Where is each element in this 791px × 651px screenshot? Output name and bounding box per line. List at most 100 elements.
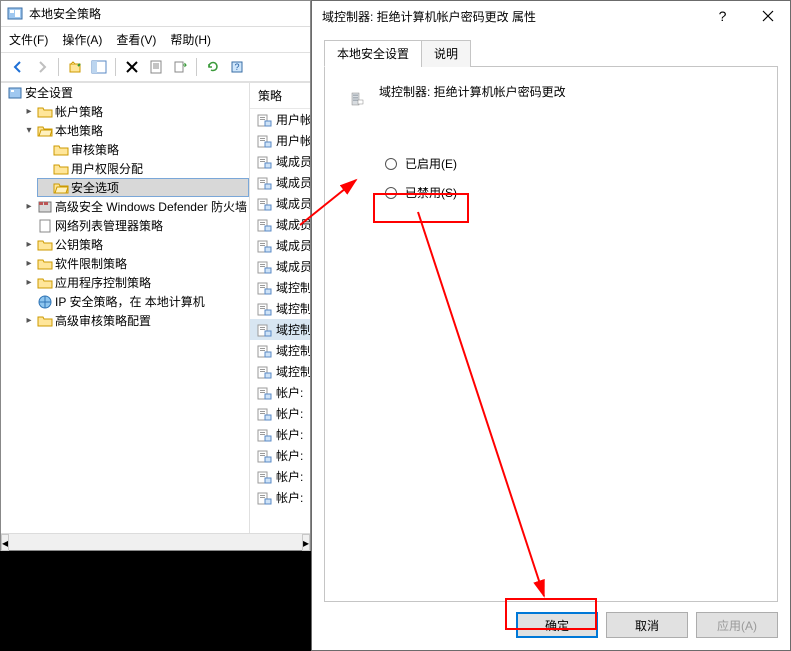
radio-disabled[interactable]: 已禁用(S) [385,184,753,201]
policy-item-label: 帐户: [276,384,303,401]
tree-audit-policy[interactable]: 审核策略 [37,140,249,159]
scroll-right-button[interactable]: ▸ [302,534,310,551]
policy-item-icon [256,490,272,506]
tree-advanced-audit[interactable]: ▸ 高级审核策略配置 [21,311,249,330]
scroll-left-button[interactable]: ◂ [1,534,9,551]
policy-list-item[interactable]: 帐户: [250,382,310,403]
tree-network-list-mgr[interactable]: 网络列表管理器策略 [21,216,249,235]
policy-list-item[interactable]: 用户帐 [250,130,310,151]
policy-item-label: 用户帐 [276,111,310,128]
radio-label: 已启用(E) [405,155,457,172]
tree-label: 公钥策略 [55,236,103,253]
policy-item-icon [256,259,272,275]
policy-list-item[interactable]: 域成员 [250,151,310,172]
menubar: 文件(F) 操作(A) 查看(V) 帮助(H) [1,27,310,53]
tree-local-policy[interactable]: ▾本地策略 [21,121,249,140]
cancel-button[interactable]: 取消 [606,612,688,638]
policy-properties-dialog: 域控制器: 拒绝计算机帐户密码更改 属性 ? 本地安全设置 说明 域控制器: 拒… [311,0,791,651]
policy-list-item[interactable]: 域控制 [250,361,310,382]
menu-help[interactable]: 帮助(H) [170,31,211,48]
tree-security-options[interactable]: 安全选项 [37,178,249,197]
show-hide-tree-button[interactable] [88,56,110,78]
tabstrip: 本地安全设置 说明 [324,39,778,67]
up-button[interactable] [64,56,86,78]
policy-item-label: 域成员 [276,153,310,170]
policy-list-item[interactable]: 域成员 [250,214,310,235]
tree-software-restrict[interactable]: ▸ 软件限制策略 [21,254,249,273]
help-button[interactable]: ? [700,1,745,31]
policy-list-item[interactable]: 域控制 [250,319,310,340]
app-icon [7,6,23,22]
policy-item-label: 域成员 [276,237,310,254]
expand-icon[interactable]: ▸ [23,201,35,212]
policy-list-item[interactable]: 帐户: [250,445,310,466]
folder-open-icon [37,123,53,139]
tree-label: 用户权限分配 [71,160,143,177]
expand-icon[interactable]: ▸ [23,277,35,288]
radio-icon [385,187,397,199]
tree-pane[interactable]: 安全设置 ▸帐户策略 ▾本地策略 审核策略 用户权限分配 安全选项 [1,83,250,533]
expand-icon[interactable]: ▸ [23,315,35,326]
tree-root-security-settings[interactable]: 安全设置 [5,83,249,102]
policy-item-icon [256,301,272,317]
tab-local-security-setting[interactable]: 本地安全设置 [324,40,422,67]
delete-button[interactable] [121,56,143,78]
tree-app-control[interactable]: ▸应用程序控制策略 [21,273,249,292]
column-header-policy[interactable]: 策略 [250,83,310,109]
policy-list-item[interactable]: 域成员 [250,235,310,256]
policy-list[interactable]: 用户帐用户帐域成员域成员域成员域成员域成员域成员域控制域控制域控制域控制域控制帐… [250,109,310,533]
tree-account-policy[interactable]: ▸帐户策略 [21,102,249,121]
policy-list-item[interactable]: 用户帐 [250,109,310,130]
server-icon [349,83,365,115]
policy-list-item[interactable]: 帐户: [250,466,310,487]
policy-list-item[interactable]: 域成员 [250,193,310,214]
folder-icon [37,237,53,253]
policy-item-icon [256,238,272,254]
menu-view[interactable]: 查看(V) [116,31,156,48]
policy-list-item[interactable]: 帐户: [250,487,310,508]
horizontal-scrollbar[interactable]: ◂ ▸ [1,533,310,550]
menu-file[interactable]: 文件(F) [9,31,48,48]
forward-button[interactable] [31,56,53,78]
policy-item-label: 域控制 [276,342,310,359]
apply-button[interactable]: 应用(A) [696,612,778,638]
radio-enabled[interactable]: 已启用(E) [385,155,753,172]
policy-list-item[interactable]: 域控制 [250,277,310,298]
menu-action[interactable]: 操作(A) [62,31,102,48]
tree-defender-firewall[interactable]: ▸高级安全 Windows Defender 防火墙 [21,197,249,216]
back-button[interactable] [7,56,29,78]
policy-list-item[interactable]: 域控制 [250,298,310,319]
close-button[interactable] [745,1,790,31]
refresh-button[interactable] [202,56,224,78]
properties-button[interactable] [145,56,167,78]
policy-list-item[interactable]: 帐户: [250,403,310,424]
policy-item-icon [256,133,272,149]
expand-icon[interactable]: ▸ [23,106,35,117]
tree-ipsec[interactable]: IP 安全策略，在 本地计算机 [21,292,249,311]
policy-item-icon [256,385,272,401]
tree-user-rights[interactable]: 用户权限分配 [37,159,249,178]
radio-icon [385,158,397,170]
tree-public-key[interactable]: ▸ 公钥策略 [21,235,249,254]
tree-label: 软件限制策略 [55,255,127,272]
export-list-button[interactable] [169,56,191,78]
collapse-icon[interactable]: ▾ [23,125,35,136]
policy-item-label: 帐户: [276,405,303,422]
policy-item-icon [256,448,272,464]
policy-name-label: 域控制器: 拒绝计算机帐户密码更改 [379,83,566,100]
policy-list-item[interactable]: 域控制 [250,340,310,361]
expand-icon[interactable]: ▸ [23,258,35,269]
help-button[interactable]: ? [226,56,248,78]
ok-button[interactable]: 确定 [516,612,598,638]
policy-list-item[interactable]: 帐户: [250,424,310,445]
page-icon [37,218,53,234]
tab-explain[interactable]: 说明 [421,40,471,67]
expand-icon[interactable]: ▸ [23,239,35,250]
policy-list-item[interactable]: 域成员 [250,256,310,277]
policy-list-item[interactable]: 域成员 [250,172,310,193]
tree-label: 高级审核策略配置 [55,312,151,329]
dialog-button-row: 确定 取消 应用(A) [324,602,778,640]
policy-item-icon [256,280,272,296]
policy-item-label: 帐户: [276,426,303,443]
svg-text:?: ? [234,62,239,72]
